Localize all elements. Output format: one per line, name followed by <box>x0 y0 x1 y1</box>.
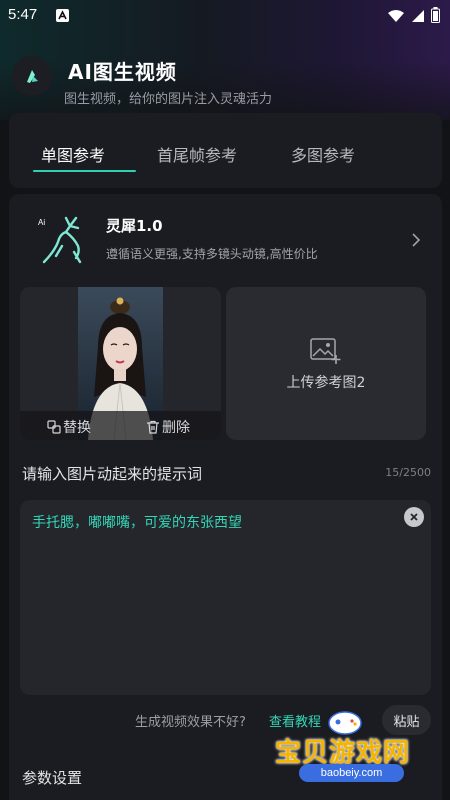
tab-multi-image[interactable]: 多图参考 <box>291 142 355 166</box>
params-heading: 参数设置 <box>22 769 83 787</box>
signal-icon <box>411 8 425 27</box>
add-image-icon <box>310 338 341 364</box>
prompt-text[interactable]: 手托腮，嘟嘟嘴，可爱的东张西望 <box>32 512 242 532</box>
replace-label: 替换 <box>63 420 91 436</box>
page-title: AI图生视频 <box>68 60 177 84</box>
status-bar: 5:47 <box>0 0 450 32</box>
app-logo-icon <box>27 70 38 83</box>
upload-label: 上传参考图2 <box>286 375 366 391</box>
watermark: 宝贝游戏网 baobeiy.com <box>275 706 440 788</box>
wifi-icon <box>387 8 405 27</box>
tab-first-last-frame[interactable]: 首尾帧参考 <box>157 142 237 166</box>
tab-single-image[interactable]: 单图参考 <box>41 142 105 166</box>
reference-image-card[interactable]: 替换 删除 <box>20 287 221 440</box>
tab-bar: 单图参考 首尾帧参考 多图参考 <box>9 113 442 188</box>
page-subtitle: 图生视频，给你的图片注入灵魂活力 <box>64 92 273 107</box>
watermark-url: baobeiy.com <box>299 764 404 782</box>
clear-input-button[interactable] <box>404 507 424 527</box>
prompt-heading: 请输入图片动起来的提示词 <box>22 465 203 483</box>
prompt-input[interactable]: 手托腮，嘟嘟嘴，可爱的东张西望 <box>20 500 431 695</box>
char-count: 15/2500 <box>385 466 431 479</box>
status-time: 5:47 <box>8 6 38 23</box>
replace-icon <box>47 420 61 434</box>
replace-button[interactable]: 替换 <box>47 417 91 437</box>
model-name[interactable]: 灵犀1.0 <box>106 215 163 236</box>
a-badge-icon <box>56 9 69 22</box>
close-icon <box>410 513 418 521</box>
trash-icon <box>147 420 159 434</box>
help-text: 生成视频效果不好? <box>135 715 246 730</box>
chevron-right-icon[interactable] <box>410 232 422 248</box>
active-tab-indicator <box>33 170 136 172</box>
delete-button[interactable]: 删除 <box>146 417 190 437</box>
model-description: 遵循语义更强,支持多镜头动镜,高性价比 <box>106 247 318 261</box>
app-logo <box>12 56 52 96</box>
image-action-bar: 替换 删除 <box>20 411 221 440</box>
battery-icon <box>431 7 440 27</box>
upload-image-slot[interactable]: 上传参考图2 <box>226 287 426 440</box>
model-ai-tag: Ai <box>38 218 46 227</box>
delete-label: 删除 <box>162 420 190 436</box>
